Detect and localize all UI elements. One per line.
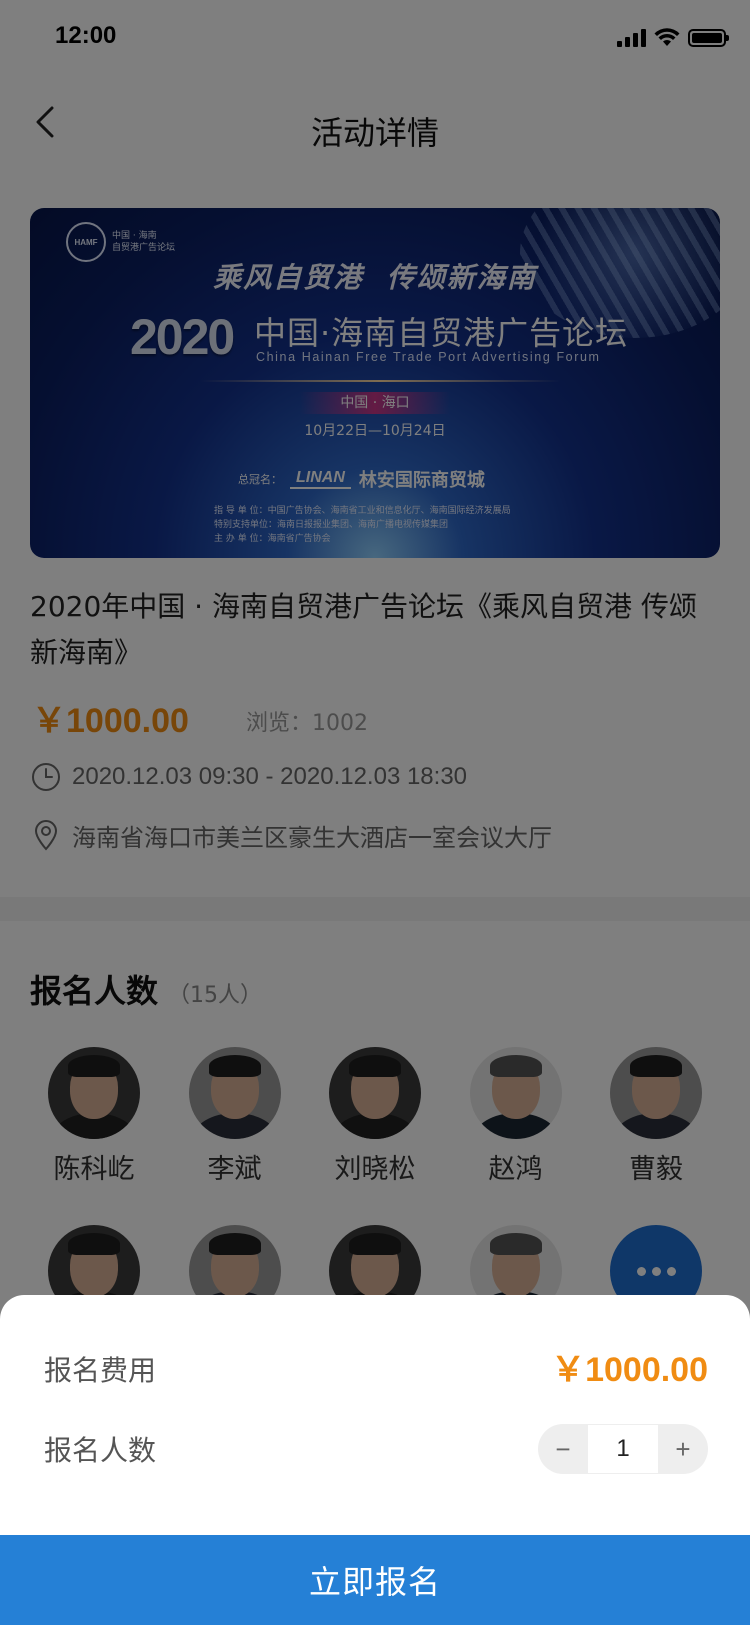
fee-label: 报名费用 (44, 1354, 157, 1387)
fee-value: ￥1000.00 (551, 1351, 708, 1389)
quantity-stepper: − 1 + (538, 1424, 708, 1474)
signup-now-button[interactable]: 立即报名 (0, 1535, 750, 1625)
quantity-input[interactable]: 1 (588, 1425, 658, 1473)
decrement-button[interactable]: − (538, 1424, 588, 1474)
activity-detail-page: 12:00 活动详情 HAMF 中国 · 海南 自贸港广告论坛 乘风自贸港 传颂… (0, 0, 750, 1625)
quantity-label: 报名人数 (44, 1434, 157, 1467)
increment-button[interactable]: + (658, 1424, 708, 1474)
